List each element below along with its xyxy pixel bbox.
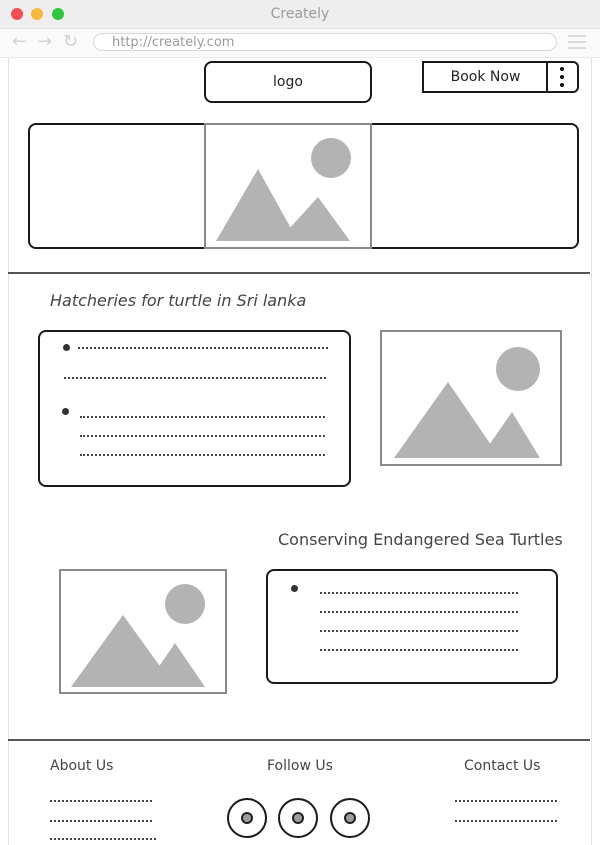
footer-link-placeholder[interactable] <box>50 800 152 802</box>
footer-link-placeholder[interactable] <box>50 838 156 840</box>
social-icon[interactable] <box>227 798 267 838</box>
bullet-list-card <box>266 569 558 684</box>
address-bar[interactable]: http://creately.com <box>93 33 557 51</box>
bullet <box>62 408 69 415</box>
bullet-list-card <box>38 330 351 487</box>
text-placeholder-line <box>80 416 325 418</box>
footer-divider <box>8 739 590 741</box>
forward-arrow-icon[interactable]: → <box>37 31 52 53</box>
bullet <box>291 585 298 592</box>
back-arrow-icon[interactable]: ← <box>12 31 27 53</box>
footer-link-placeholder[interactable] <box>455 800 557 802</box>
footer-link-placeholder[interactable] <box>455 820 557 822</box>
logo[interactable]: logo <box>204 61 372 103</box>
text-placeholder-line <box>80 435 325 437</box>
reload-icon[interactable]: ↻ <box>63 31 78 53</box>
text-placeholder-line <box>320 630 518 632</box>
divider <box>8 272 590 274</box>
text-placeholder-line <box>78 347 328 349</box>
footer-about-us[interactable]: About Us <box>50 758 113 774</box>
section-image-placeholder <box>59 569 227 694</box>
bullet <box>63 344 70 351</box>
book-now-button[interactable]: Book Now <box>422 61 549 93</box>
section-image-placeholder <box>380 330 562 466</box>
section-title-hatcheries: Hatcheries for turtle in Sri lanka <box>50 291 307 310</box>
section-title-conserving: Conserving Endangered Sea Turtles <box>278 530 563 549</box>
footer-follow-us: Follow Us <box>267 758 333 774</box>
footer-link-placeholder[interactable] <box>50 820 152 822</box>
social-icon[interactable] <box>278 798 318 838</box>
text-placeholder-line <box>320 649 518 651</box>
image-placeholder-icon <box>71 584 205 687</box>
text-placeholder-line <box>64 377 326 379</box>
more-vertical-icon[interactable] <box>546 61 579 93</box>
image-placeholder-icon <box>394 347 540 458</box>
window-title: Creately <box>270 6 330 22</box>
menu-icon[interactable] <box>568 35 586 53</box>
page-left-border <box>8 57 9 845</box>
image-placeholder-icon <box>216 138 351 241</box>
footer-contact-us[interactable]: Contact Us <box>464 758 540 774</box>
page-right-border <box>591 57 592 845</box>
text-placeholder-line <box>320 592 518 594</box>
text-placeholder-line <box>320 611 518 613</box>
hero-image-placeholder <box>204 123 372 249</box>
text-placeholder-line <box>80 454 325 456</box>
social-icon[interactable] <box>330 798 370 838</box>
